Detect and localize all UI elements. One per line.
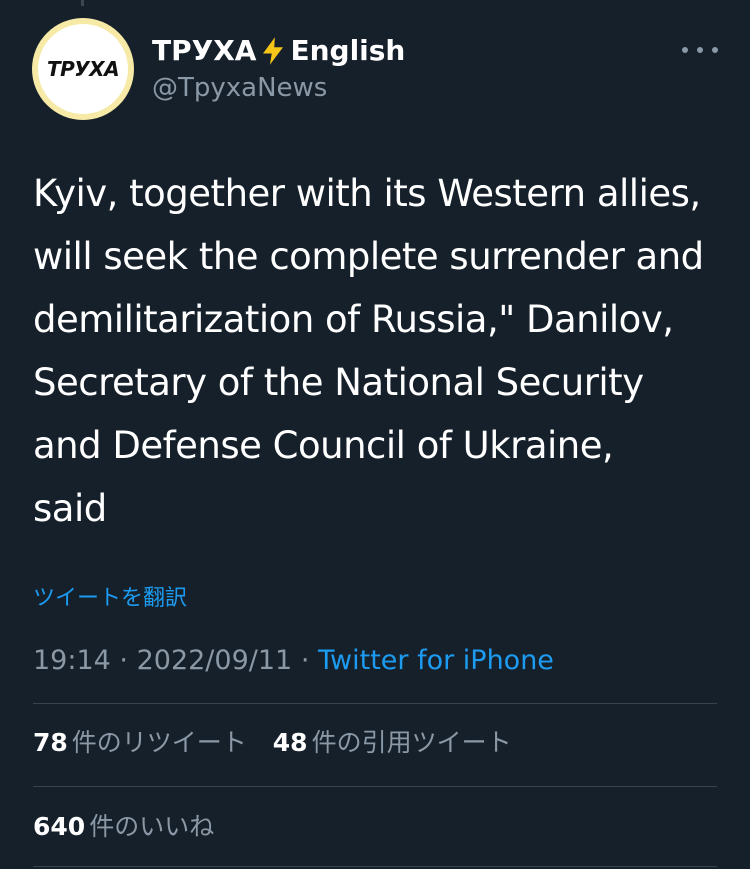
more-horizontal-icon[interactable] [682, 40, 718, 60]
divider [33, 786, 717, 787]
more-dot [712, 47, 718, 53]
divider [33, 866, 717, 867]
divider [33, 703, 717, 704]
translate-tweet-link[interactable]: ツイートを翻訳 [33, 584, 187, 614]
retweets-count: 78 [33, 728, 68, 757]
likes-stat[interactable]: 640 件のいいね [33, 810, 214, 844]
more-dot [682, 47, 688, 53]
tweet-date: 2022/09/11 [136, 645, 293, 676]
tweet-detail-screen: ТРУХА ТРУХА English @TpyxaNews Kyiv, tog… [0, 0, 750, 869]
tweet-text: Kyiv, together with its Western allies, … [33, 172, 704, 530]
avatar[interactable]: ТРУХА [32, 18, 134, 120]
display-name-suffix: English [290, 34, 406, 67]
tweet-source-link[interactable]: Twitter for iPhone [318, 645, 554, 676]
likes-stats: 640 件のいいね [33, 810, 232, 844]
avatar-inner: ТРУХА [38, 24, 128, 114]
likes-label: 件のいいね [89, 812, 215, 841]
more-dot [697, 47, 703, 53]
retweets-label: 件のリツイート [71, 728, 247, 757]
retweet-quote-stats: 78 件のリツイート 48 件の引用ツイート [33, 726, 530, 760]
top-divider-sliver [81, 0, 84, 6]
quotes-count: 48 [272, 728, 308, 757]
lightning-bolt-icon [263, 37, 284, 65]
likes-count: 640 [33, 812, 86, 841]
quotes-label: 件の引用ツイート [311, 728, 512, 757]
display-name[interactable]: ТРУХА English [152, 34, 405, 68]
display-name-prefix: ТРУХА [152, 34, 257, 67]
user-handle[interactable]: @TpyxaNews [152, 72, 327, 104]
tweet-time: 19:14 [33, 645, 111, 676]
meta-separator: · [300, 645, 310, 676]
avatar-logo-text: ТРУХА [46, 57, 120, 81]
tweet-meta: 19:14 · 2022/09/11 · Twitter for iPhone [33, 643, 554, 679]
retweets-stat[interactable]: 78 件のリツイート [33, 726, 247, 760]
meta-separator: · [119, 645, 128, 676]
quotes-stat[interactable]: 48 件の引用ツイート [273, 726, 512, 760]
